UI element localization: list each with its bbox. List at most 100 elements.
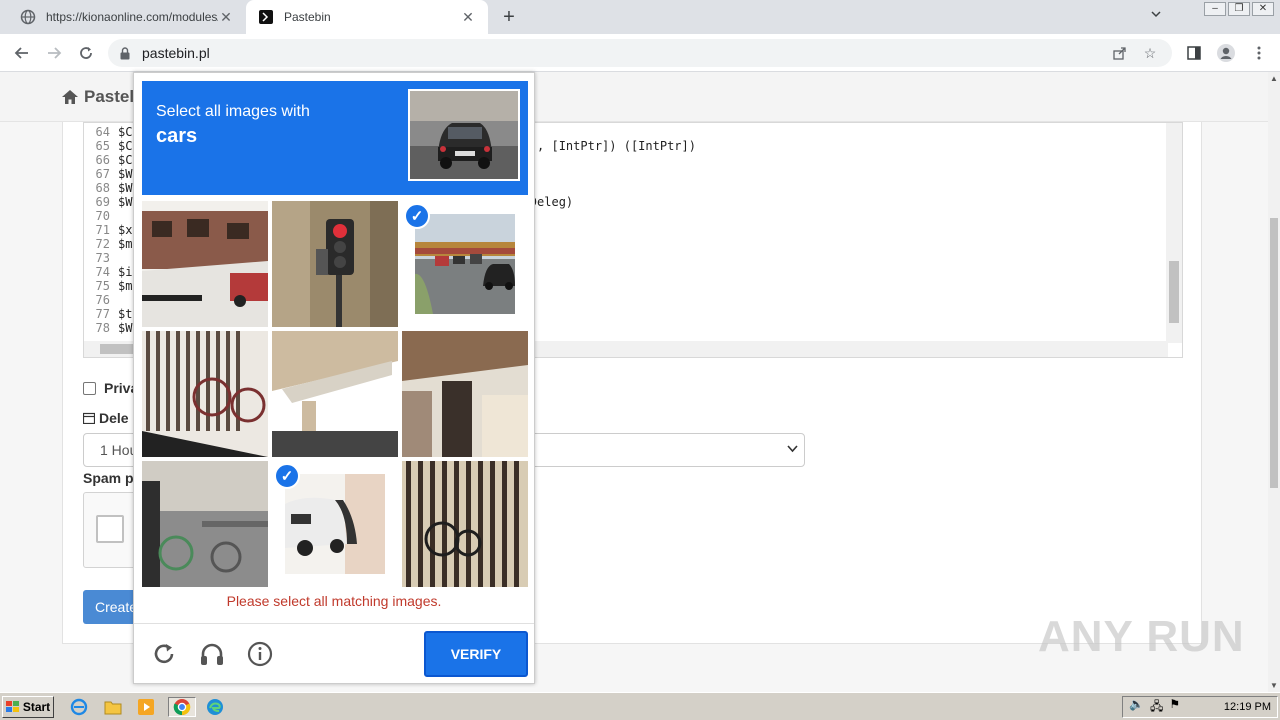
tab-title: Pastebin — [284, 10, 331, 24]
volume-icon[interactable]: 🔈 — [1129, 697, 1144, 718]
line-text: $W — [118, 167, 133, 181]
menu-kebab-icon[interactable] — [1248, 42, 1270, 64]
windows-taskbar: Start 🔈 🖧 ⚑ 12:19 PM — [0, 692, 1280, 720]
line-text: $W — [118, 181, 133, 195]
close-tab-icon[interactable]: ✕ — [218, 9, 234, 25]
browser-toolbar: pastebin.pl ☆ — [0, 34, 1280, 72]
tile-8-selected[interactable]: ✓ — [272, 461, 398, 587]
delete-after-label: Dele — [82, 410, 129, 426]
line-number: 67 — [95, 167, 110, 181]
checkmark-icon: ✓ — [404, 203, 430, 229]
tile-1[interactable] — [142, 201, 268, 327]
line-number: 64 — [95, 125, 110, 139]
challenge-instruction: Select all images with — [156, 103, 310, 120]
reload-button[interactable] — [75, 42, 97, 64]
tab-kionaonline[interactable]: https://kionaonline.com/modules/bo ✕ — [8, 0, 246, 34]
forward-button[interactable] — [43, 42, 65, 64]
system-tray: 🔈 🖧 ⚑ 12:19 PM — [1122, 696, 1278, 718]
tile-3-selected[interactable]: ✓ — [402, 201, 528, 327]
tile-4[interactable] — [142, 331, 268, 457]
example-image — [408, 89, 520, 181]
address-bar[interactable]: pastebin.pl ☆ — [108, 39, 1172, 67]
site-logo[interactable]: Pastel — [62, 87, 134, 107]
anyrun-watermark: ANY RUN — [1038, 612, 1245, 661]
start-label: Start — [22, 700, 51, 714]
share-icon[interactable] — [1110, 43, 1130, 63]
tab-search-chevron-icon[interactable] — [1150, 8, 1162, 23]
media-player-icon[interactable] — [135, 697, 157, 717]
tile-9[interactable] — [402, 461, 528, 587]
page-scrollbar[interactable]: ▲ ▼ — [1268, 72, 1280, 692]
info-icon[interactable] — [245, 639, 275, 669]
start-button[interactable]: Start — [2, 696, 54, 718]
network-icon[interactable]: 🖧 — [1150, 697, 1163, 718]
line-number: 66 — [95, 153, 110, 167]
line-text: $t — [118, 307, 133, 321]
line-number: 74 — [95, 265, 110, 279]
tab-strip: https://kionaonline.com/modules/bo ✕ Pas… — [0, 0, 1280, 34]
line-number: 76 — [95, 293, 110, 307]
select-value: 1 Hou — [100, 442, 138, 458]
line-text: $C — [118, 125, 133, 139]
delete-label-text: Dele — [99, 410, 129, 426]
edge-icon[interactable] — [204, 697, 226, 717]
chrome-taskbar-icon[interactable] — [168, 697, 196, 717]
pastebin-icon — [258, 9, 274, 25]
internet-explorer-icon[interactable] — [68, 697, 90, 717]
line-text: $m — [118, 237, 133, 251]
windows-logo-icon — [5, 701, 19, 712]
scroll-down-arrow-icon[interactable]: ▼ — [1270, 681, 1278, 690]
spam-protection-label: Spam p — [83, 470, 134, 486]
tile-5[interactable] — [272, 331, 398, 457]
tile-7[interactable] — [142, 461, 268, 587]
line-number: 75 — [95, 279, 110, 293]
line-text: $W — [118, 321, 133, 335]
lock-icon[interactable] — [120, 46, 130, 60]
line-number: 72 — [95, 237, 110, 251]
line-text: $m — [118, 279, 133, 293]
line-number: 77 — [95, 307, 110, 321]
tile-6[interactable] — [402, 331, 528, 457]
challenge-target: cars — [156, 125, 198, 147]
scroll-up-arrow-icon[interactable]: ▲ — [1270, 74, 1278, 83]
private-checkbox[interactable] — [83, 381, 96, 395]
tile-2[interactable] — [272, 201, 398, 327]
checkmark-icon: ✓ — [274, 463, 300, 489]
file-explorer-icon[interactable] — [102, 697, 124, 717]
back-button[interactable] — [11, 42, 33, 64]
minimize-button[interactable]: – — [1204, 2, 1226, 16]
calendar-icon — [82, 412, 96, 425]
line-number: 69 — [95, 195, 110, 209]
bookmark-star-icon[interactable]: ☆ — [1140, 43, 1160, 63]
line-number: 78 — [95, 321, 110, 335]
side-panel-icon[interactable] — [1183, 42, 1205, 64]
scroll-thumb[interactable] — [1169, 261, 1179, 323]
globe-icon — [20, 9, 36, 25]
tab-title: https://kionaonline.com/modules/bo — [46, 10, 218, 24]
tab-pastebin[interactable]: Pastebin ✕ — [246, 0, 488, 34]
divider — [134, 623, 534, 624]
window-controls: – ❐ ✕ — [1204, 2, 1274, 16]
logo-text: Pastel — [84, 87, 135, 106]
line-number: 65 — [95, 139, 110, 153]
clock[interactable]: 12:19 PM — [1224, 701, 1271, 713]
line-text: $x — [118, 223, 133, 237]
reload-challenge-icon[interactable] — [149, 639, 179, 669]
recaptcha-checkbox[interactable] — [96, 515, 124, 543]
line-number: 71 — [95, 223, 110, 237]
new-tab-button[interactable]: + — [498, 6, 520, 28]
scroll-thumb[interactable] — [1270, 218, 1278, 488]
editor-vertical-scrollbar[interactable] — [1166, 123, 1182, 343]
error-message: Please select all matching images. — [226, 593, 442, 609]
close-tab-icon[interactable]: ✕ — [460, 9, 476, 25]
line-number: 68 — [95, 181, 110, 195]
profile-avatar-icon[interactable] — [1215, 42, 1237, 64]
verify-button[interactable]: VERIFY — [424, 631, 528, 677]
restore-button[interactable]: ❐ — [1228, 2, 1250, 16]
close-window-button[interactable]: ✕ — [1252, 2, 1274, 16]
line-text: $i — [118, 265, 133, 279]
flag-icon[interactable]: ⚑ — [1169, 697, 1180, 718]
url-text: pastebin.pl — [142, 45, 210, 61]
audio-challenge-icon[interactable] — [197, 639, 227, 669]
home-icon — [62, 90, 78, 104]
